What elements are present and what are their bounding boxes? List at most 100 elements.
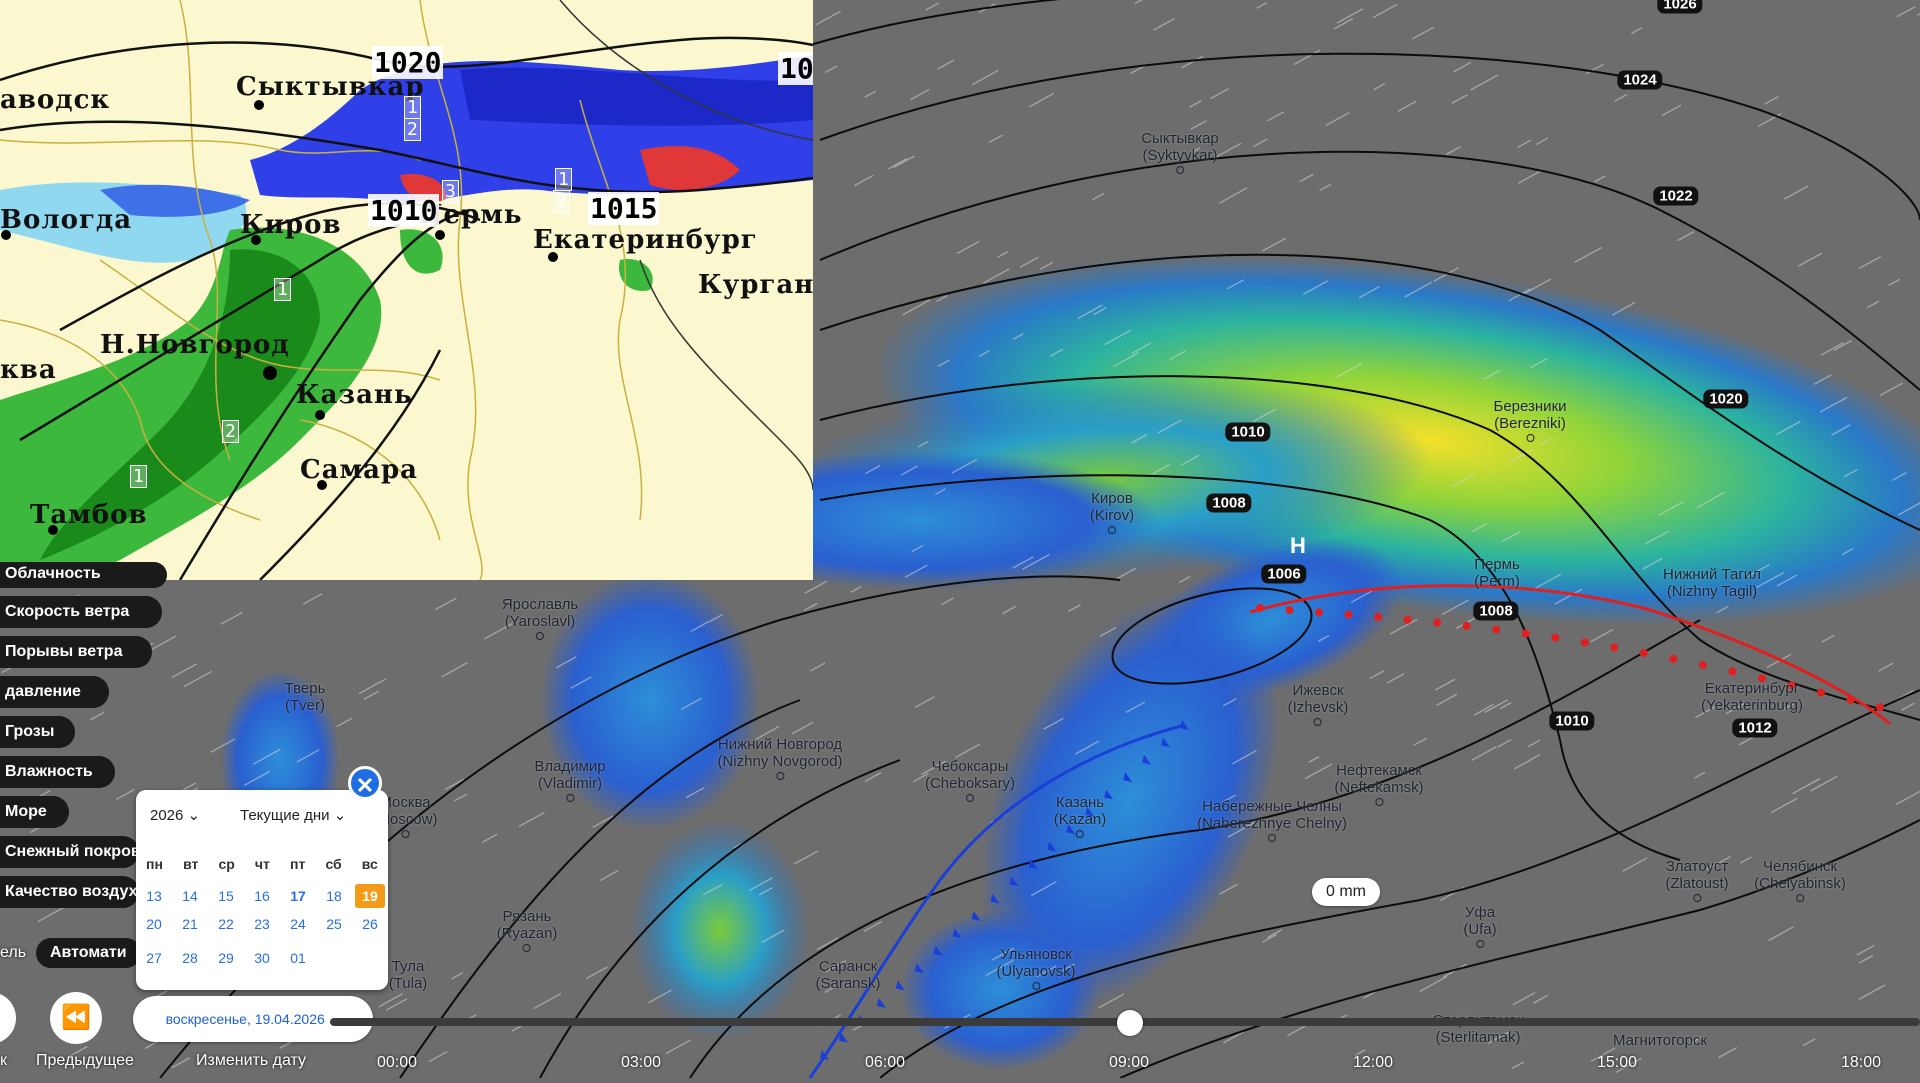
city-label: Челябинск (Chelyabinsk): [1754, 858, 1846, 902]
warm-front-symbol: [1669, 654, 1678, 663]
city-label: Тула (Tula): [388, 958, 428, 992]
year-select[interactable]: 2026 ⌄: [150, 806, 200, 824]
inset-zone-number: 1: [555, 168, 572, 191]
layer-clouds[interactable]: Облачность: [0, 562, 167, 588]
calendar-day[interactable]: 26: [355, 912, 385, 936]
calendar-day[interactable]: 15: [211, 884, 241, 908]
calendar-day[interactable]: [319, 946, 349, 970]
inset-zone-number: 1: [404, 96, 421, 119]
calendar-day[interactable]: [355, 946, 385, 970]
inset-city-label: Н.Новгород: [100, 330, 290, 360]
warm-front-symbol: [1728, 667, 1737, 676]
weekday-header: пн вт ср чт пт сб вс: [136, 856, 388, 872]
time-tick-label: 06:00: [864, 1054, 906, 1071]
calendar-day[interactable]: 17: [283, 884, 313, 908]
inset-zone-number: 1: [130, 465, 147, 488]
weekday-label: пн: [146, 856, 163, 872]
city-label: Ярославль (Yaroslavl): [502, 596, 578, 640]
inset-pressure-label: 1015: [588, 192, 660, 225]
isobar-label: 1008: [1473, 601, 1519, 621]
calendar-week: 20 21 22 23 24 25 26: [136, 912, 388, 936]
calendar-day[interactable]: 29: [211, 946, 241, 970]
isobar-label: 1024: [1617, 70, 1663, 90]
city-label: Нижний Новгород (Nizhny Novgorod): [717, 736, 843, 780]
timeline-handle[interactable]: [1117, 1010, 1143, 1036]
weekday-label: вт: [183, 856, 199, 872]
calendar-day[interactable]: 21: [175, 912, 205, 936]
city-label: Екатеринбург (Yekaterinburg): [1700, 680, 1804, 714]
city-label: Уфа (Ufa): [1463, 904, 1497, 948]
layer-air-quality[interactable]: Качество воздуха: [0, 876, 139, 908]
calendar-day[interactable]: 30: [247, 946, 277, 970]
time-tick-label: 03:00: [620, 1054, 662, 1071]
isobar-label: 1006: [1261, 564, 1307, 584]
left-cut-label: к: [0, 1052, 7, 1069]
inset-city-label: Курган: [698, 270, 813, 300]
city-label: Казань (Kazan): [1054, 794, 1106, 838]
warm-front-symbol: [1551, 633, 1560, 642]
layer-sea[interactable]: Море: [0, 796, 69, 828]
calendar-day[interactable]: 22: [211, 912, 241, 936]
range-select[interactable]: Текущие дни ⌄: [240, 806, 346, 824]
isobar-label: 1012: [1732, 718, 1778, 738]
time-tick-label: 12:00: [1352, 1054, 1394, 1071]
isobar-label: 1026: [1657, 0, 1703, 14]
calendar-day[interactable]: 16: [247, 884, 277, 908]
level-label-cut: ель: [0, 944, 27, 961]
low-pressure-marker: Н: [1290, 533, 1306, 558]
inset-pressure-label: 10: [778, 52, 813, 85]
city-label: Чебоксары (Cheboksary): [925, 758, 1015, 802]
inset-city-label: аводск: [0, 85, 111, 115]
close-icon[interactable]: ✕: [348, 766, 382, 800]
layer-wind-gusts[interactable]: Порывы ветра: [0, 636, 152, 668]
city-label: Набережные Челны (Naberezhnye Chelny): [1197, 798, 1347, 842]
weekday-label: пт: [290, 856, 306, 872]
time-tick-label: 00:00: [376, 1054, 418, 1071]
calendar-day[interactable]: 23: [247, 912, 277, 936]
isobar-label: 1010: [1225, 422, 1271, 442]
calendar-day[interactable]: 18: [319, 884, 349, 908]
chevron-down-icon: ⌄: [333, 807, 347, 824]
precipitation-readout[interactable]: 0 mm: [1312, 878, 1380, 906]
calendar-day-selected[interactable]: 19: [355, 884, 385, 908]
calendar-day[interactable]: 20: [139, 912, 169, 936]
warm-front-symbol: [1580, 638, 1589, 647]
time-tick-label: 18:00: [1840, 1054, 1882, 1071]
layer-humidity[interactable]: Влажность: [0, 756, 115, 788]
warm-front-symbol: [1492, 625, 1501, 634]
inset-pressure-label: 1010: [368, 194, 440, 227]
layer-snow-cover[interactable]: Снежный покров: [0, 836, 139, 868]
layer-thunderstorms[interactable]: Грозы: [0, 716, 75, 748]
city-label: Владимир (Vladimir): [534, 758, 606, 802]
calendar-day[interactable]: 25: [319, 912, 349, 936]
inset-city-label: Казань: [296, 380, 413, 410]
warm-front-symbol: [1315, 608, 1324, 617]
warm-front-symbol: [1462, 621, 1471, 630]
isobar-label: 1010: [1549, 711, 1595, 731]
layer-pressure[interactable]: давление: [0, 676, 109, 708]
warm-front-symbol: [1403, 615, 1412, 624]
city-label: Рязань (Ryazan): [497, 908, 557, 952]
inset-zone-number: 3: [442, 180, 459, 203]
change-date-label[interactable]: Изменить дату: [196, 1052, 306, 1070]
warm-front-symbol: [1639, 648, 1648, 657]
previous-label[interactable]: Предыдущее: [36, 1052, 134, 1070]
warm-front-symbol: [1876, 703, 1884, 712]
calendar-day[interactable]: 13: [139, 884, 169, 908]
time-tick-label: 09:00: [1108, 1054, 1150, 1071]
calendar-day[interactable]: 01: [283, 946, 313, 970]
inset-city-label: Киров: [240, 210, 342, 240]
inset-synoptic-map: Сыктывкар аводск Вологда Киров Пермь Ека…: [0, 0, 813, 580]
isobar-label: 1020: [1703, 389, 1749, 409]
weekday-label: сб: [325, 856, 342, 872]
calendar-day[interactable]: 27: [139, 946, 169, 970]
weekday-label: ср: [218, 856, 235, 872]
city-label: Березники (Berezniki): [1493, 398, 1567, 442]
calendar-day[interactable]: 24: [283, 912, 313, 936]
auto-button[interactable]: Автомати: [36, 938, 141, 968]
calendar-day[interactable]: 28: [175, 946, 205, 970]
layer-wind-speed[interactable]: Скорость ветра: [0, 596, 162, 628]
warm-front-symbol: [1285, 606, 1294, 615]
calendar-day[interactable]: 14: [175, 884, 205, 908]
warm-front-symbol: [1698, 661, 1707, 670]
